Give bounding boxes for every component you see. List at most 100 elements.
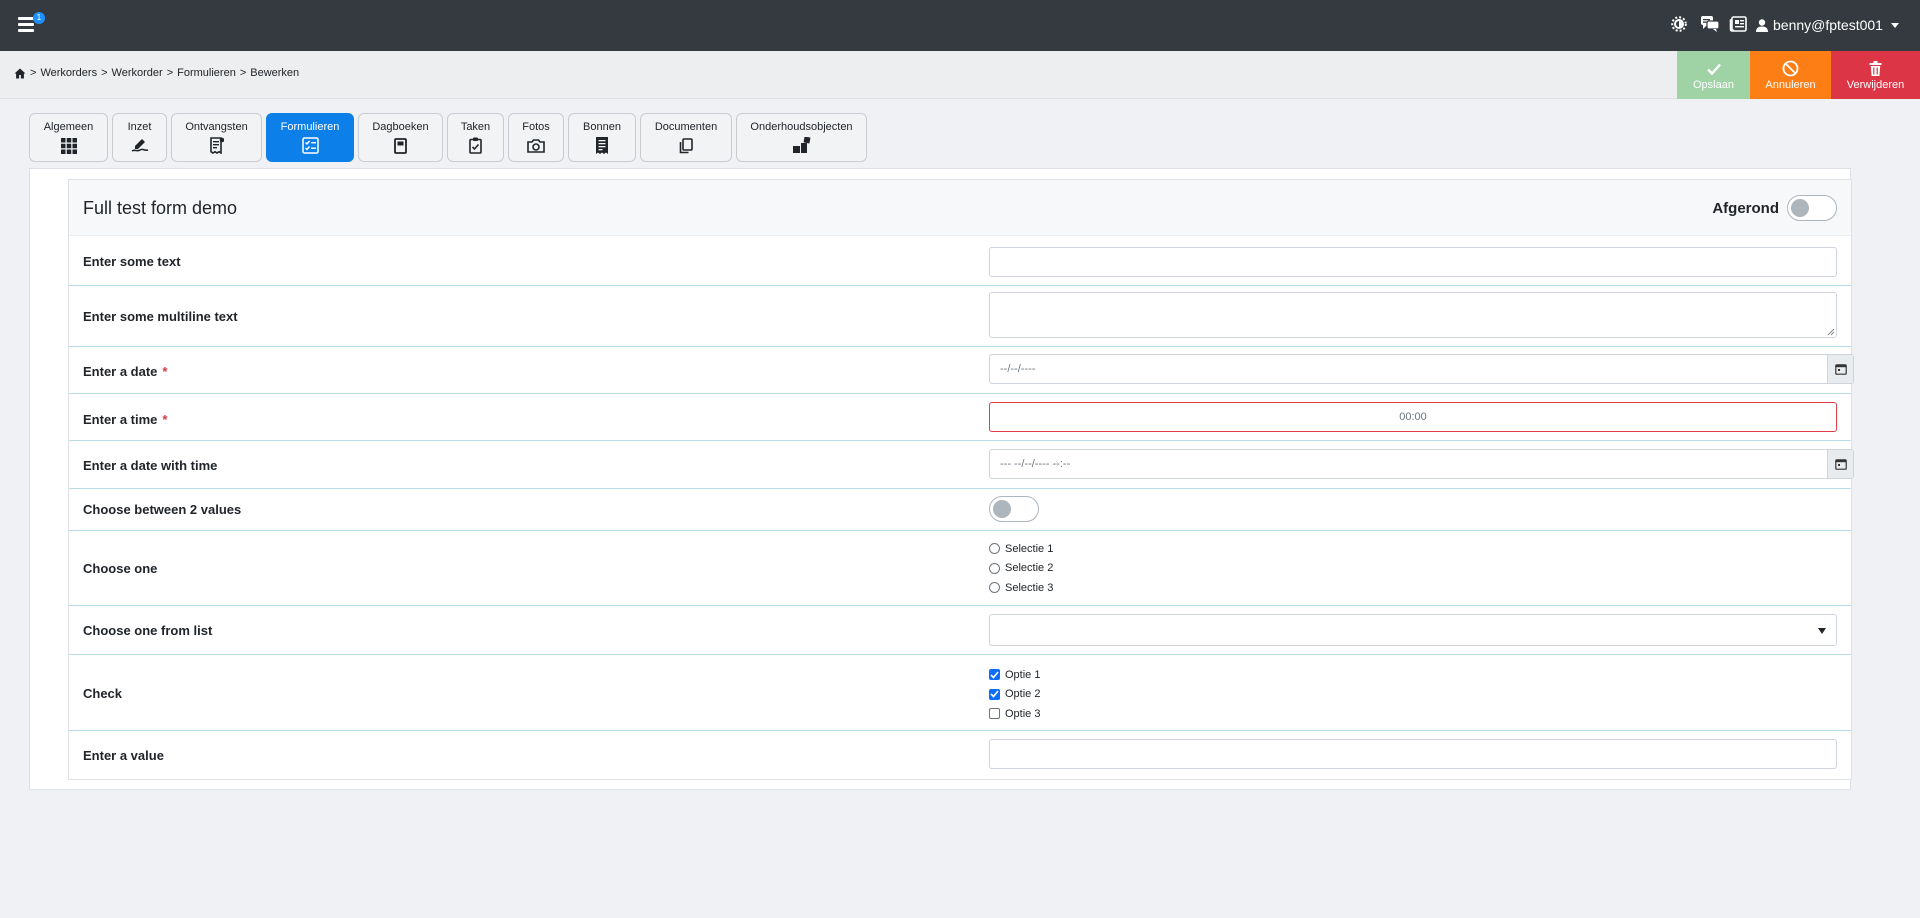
user-label: benny@fptest001: [1773, 17, 1883, 33]
radio-group: Selectie 1 Selectie 2 Selectie 3: [989, 539, 1053, 598]
notification-badge: 1: [33, 12, 45, 24]
checkbox-group: Optie 1 Optie 2 Optie 3: [989, 665, 1040, 724]
field-row-value: Enter a value: [69, 731, 1851, 778]
tab-dagboeken[interactable]: Dagboeken: [358, 113, 443, 162]
tab-formulieren[interactable]: Formulieren: [266, 113, 354, 162]
form-card: Full test form demo Afgerond Enter some …: [68, 179, 1854, 780]
ban-icon: [1782, 60, 1799, 78]
home-icon[interactable]: [14, 68, 26, 79]
date-input[interactable]: --/--/----: [989, 354, 1854, 384]
receipt-list-icon: [596, 137, 608, 154]
field-row-toggle: Choose between 2 values: [69, 489, 1851, 531]
tab-fotos[interactable]: Fotos: [508, 113, 564, 162]
radio-button[interactable]: [989, 562, 1000, 574]
menu-button[interactable]: 1: [18, 12, 45, 35]
save-label: Opslaan: [1693, 78, 1734, 91]
signature-icon: [131, 137, 149, 154]
camera-icon: [527, 137, 545, 154]
breadcrumb-item-werkorders[interactable]: Werkorders: [40, 67, 97, 79]
field-label: Choose one: [83, 561, 158, 576]
breadcrumb-item-formulieren[interactable]: Formulieren: [177, 67, 236, 79]
breadcrumb: > Werkorders > Werkorder > Formulieren >…: [14, 67, 299, 79]
radio-option[interactable]: Selectie 1: [989, 539, 1053, 559]
time-input[interactable]: 00:00: [989, 402, 1837, 432]
checkbox[interactable]: [989, 708, 1000, 720]
top-navbar: 1 benny@fptest001: [0, 0, 1920, 51]
required-marker: *: [162, 364, 168, 379]
tab-algemeen[interactable]: Algemeen: [29, 113, 108, 162]
theme-icon[interactable]: [1668, 13, 1690, 35]
radio-option[interactable]: Selectie 3: [989, 578, 1053, 598]
field-label: Enter some multiline text: [83, 309, 238, 324]
user-menu[interactable]: benny@fptest001: [1756, 14, 1899, 36]
tab-label: Algemeen: [43, 121, 94, 133]
required-marker: *: [162, 412, 168, 427]
radio-option[interactable]: Selectie 2: [989, 559, 1053, 579]
field-row-radio: Choose one Selectie 1 Selectie 2 Selecti…: [69, 531, 1851, 606]
text-input[interactable]: [989, 247, 1837, 277]
field-row-multiline: Enter some multiline text: [69, 286, 1851, 347]
multiline-textarea[interactable]: [989, 292, 1837, 338]
two-value-toggle[interactable]: [989, 496, 1039, 522]
delete-label: Verwijderen: [1846, 78, 1905, 91]
action-buttons: Opslaan Annuleren Verwijderen: [1677, 51, 1920, 99]
completed-switch-group: Afgerond: [1712, 195, 1837, 221]
trash-icon: [1869, 60, 1882, 78]
grid-icon: [60, 137, 77, 154]
resize-handle-icon[interactable]: [1827, 328, 1835, 336]
checklist-icon: [301, 137, 319, 154]
tab-inzet[interactable]: Inzet: [112, 113, 167, 162]
field-label: Enter a time *: [83, 412, 168, 427]
save-button[interactable]: Opslaan: [1677, 51, 1750, 99]
chevron-down-icon: [1890, 22, 1899, 28]
tab-onderhoudsobjecten[interactable]: Onderhoudsobjecten: [736, 113, 867, 162]
form-title: Full test form demo: [83, 198, 238, 218]
value-input[interactable]: [989, 739, 1837, 769]
news-icon[interactable]: [1727, 13, 1749, 35]
tab-bar: Algemeen Inzet Ontvangsten Formulieren D…: [29, 113, 867, 162]
tab-label: Formulieren: [280, 121, 340, 133]
list-select[interactable]: [989, 614, 1837, 646]
radio-button[interactable]: [989, 543, 1000, 555]
tab-label: Bonnen: [583, 121, 621, 133]
datetime-placeholder: --- --/--/---- --:--: [1000, 458, 1071, 470]
completed-label: Afgerond: [1712, 199, 1779, 217]
checkbox-option[interactable]: Optie 3: [989, 704, 1040, 724]
receipt-icon: [209, 137, 224, 154]
checkbox[interactable]: [989, 688, 1000, 700]
tab-label: Fotos: [522, 121, 550, 133]
calendar-icon[interactable]: [1827, 355, 1853, 383]
tab-label: Onderhoudsobjecten: [750, 121, 853, 133]
form-header: Full test form demo Afgerond: [69, 180, 1851, 236]
datetime-input[interactable]: --- --/--/---- --:--: [989, 449, 1854, 479]
tab-label: Taken: [460, 121, 491, 133]
chat-icon[interactable]: [1699, 13, 1721, 35]
tab-label: Documenten: [654, 121, 718, 133]
checkbox-option[interactable]: Optie 1: [989, 665, 1040, 685]
field-row-datetime: Enter a date with time --- --/--/---- --…: [69, 441, 1854, 489]
checkbox[interactable]: [989, 669, 1000, 681]
date-placeholder: --/--/----: [1000, 363, 1036, 375]
field-label: Enter some text: [83, 254, 181, 269]
check-icon: [1706, 60, 1721, 78]
tab-ontvangsten[interactable]: Ontvangsten: [171, 113, 262, 162]
radio-button[interactable]: [989, 582, 1000, 594]
tab-taken[interactable]: Taken: [447, 113, 504, 162]
breadcrumb-item-bewerken: Bewerken: [250, 67, 300, 79]
delete-button[interactable]: Verwijderen: [1831, 51, 1920, 99]
boxes-icon: [792, 137, 811, 154]
field-label: Enter a date *: [83, 364, 168, 379]
tab-bonnen[interactable]: Bonnen: [568, 113, 636, 162]
caret-down-icon: [1818, 628, 1826, 634]
field-row-text: Enter some text: [69, 236, 1851, 286]
cancel-label: Annuleren: [1765, 78, 1816, 91]
user-icon: [1756, 18, 1768, 32]
documents-icon: [679, 137, 693, 154]
field-label: Check: [83, 686, 123, 701]
cancel-button[interactable]: Annuleren: [1750, 51, 1831, 99]
checkbox-option[interactable]: Optie 2: [989, 685, 1040, 705]
calendar-icon[interactable]: [1827, 450, 1853, 478]
tab-documenten[interactable]: Documenten: [640, 113, 732, 162]
completed-toggle[interactable]: [1787, 195, 1837, 221]
breadcrumb-item-werkorder[interactable]: Werkorder: [112, 67, 163, 79]
